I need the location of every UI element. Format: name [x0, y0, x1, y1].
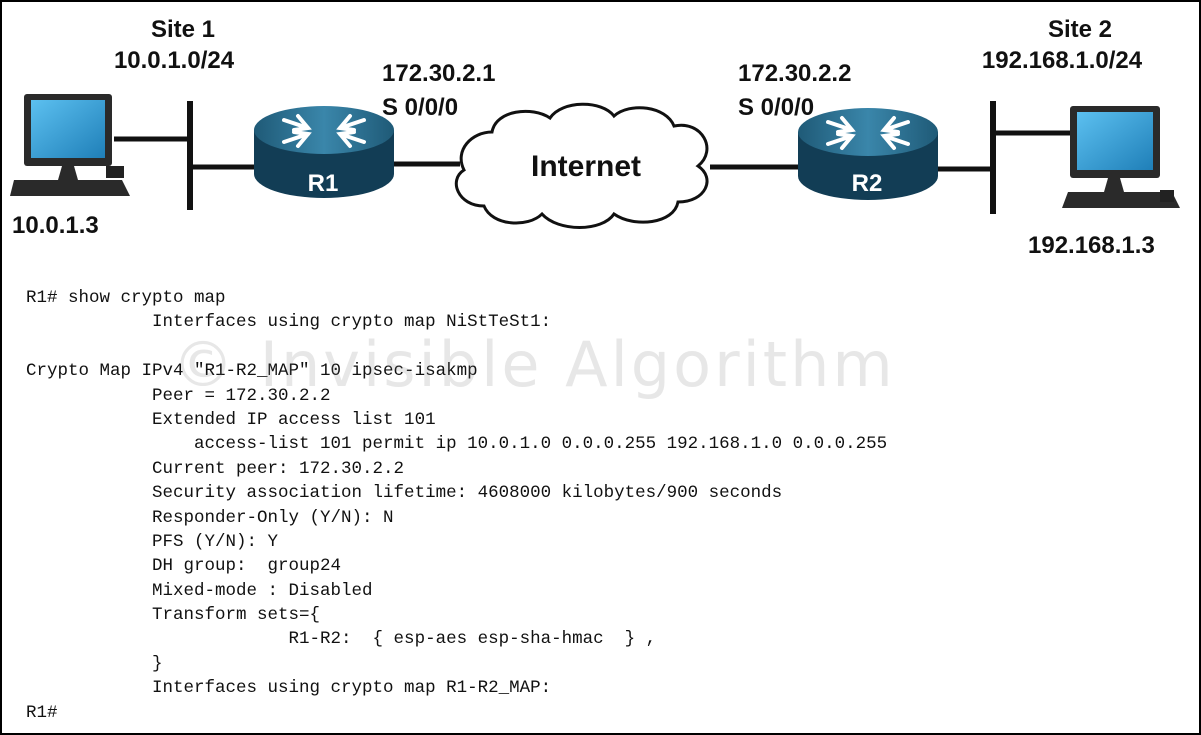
site1-title: Site 1 — [150, 16, 216, 43]
cli-line: R1-R2: { esp-aes esp-sha-hmac } , — [26, 629, 657, 650]
site1-subnet: 10.0.1.0/24 — [113, 47, 235, 74]
cli-line: PFS (Y/N): Y — [26, 531, 279, 552]
cli-line: Current peer: 172.30.2.2 — [26, 458, 405, 479]
site2-host-ip: 192.168.1.3 — [1028, 232, 1155, 259]
r2-label: R2 — [851, 170, 883, 197]
cli-line: Peer = 172.30.2.2 — [26, 385, 331, 406]
network-topology — [10, 94, 1180, 229]
cli-line — [26, 335, 887, 359]
r2-interface: S 0/0/0 — [738, 94, 815, 121]
r2-ip-address: 172.30.2.2 — [738, 60, 852, 87]
cli-output: R1# show crypto map Interfaces using cry… — [26, 286, 887, 725]
cli-line: R1# — [26, 702, 58, 723]
cli-line: Mixed-mode : Disabled — [26, 580, 373, 601]
r1-interface: S 0/0/0 — [382, 94, 459, 121]
site2-title: Site 2 — [1047, 16, 1113, 43]
cli-line: } — [26, 653, 163, 674]
figure-frame: Site 1 10.0.1.0/24 10.0.1.3 Site 2 192.1… — [0, 0, 1201, 735]
cli-line: Security association lifetime: 4608000 k… — [26, 483, 783, 504]
cli-line: Extended IP access list 101 — [26, 409, 436, 430]
cli-line: Crypto Map IPv4 "R1-R2_MAP" 10 ipsec-isa… — [26, 361, 478, 382]
cli-line: Transform sets={ — [26, 605, 321, 626]
cli-line: DH group: group24 — [26, 556, 342, 577]
r1-ip-address: 172.30.2.1 — [382, 60, 496, 87]
pc2-computer-icon — [1062, 106, 1180, 208]
cli-line: access-list 101 permit ip 10.0.1.0 0.0.0… — [26, 434, 888, 455]
cli-line: Interfaces using crypto map R1-R2_MAP: — [26, 678, 552, 699]
site2-subnet: 192.168.1.0/24 — [981, 47, 1143, 74]
cli-line: R1# show crypto map — [26, 288, 226, 308]
pc1-computer-icon — [10, 94, 130, 196]
internet-label: Internet — [530, 150, 642, 183]
cli-line: Interfaces using crypto map NiStTeSt1: — [26, 312, 552, 333]
site1-host-ip: 10.0.1.3 — [12, 212, 99, 239]
cli-line: Responder-Only (Y/N): N — [26, 507, 394, 528]
r1-label: R1 — [307, 170, 339, 197]
